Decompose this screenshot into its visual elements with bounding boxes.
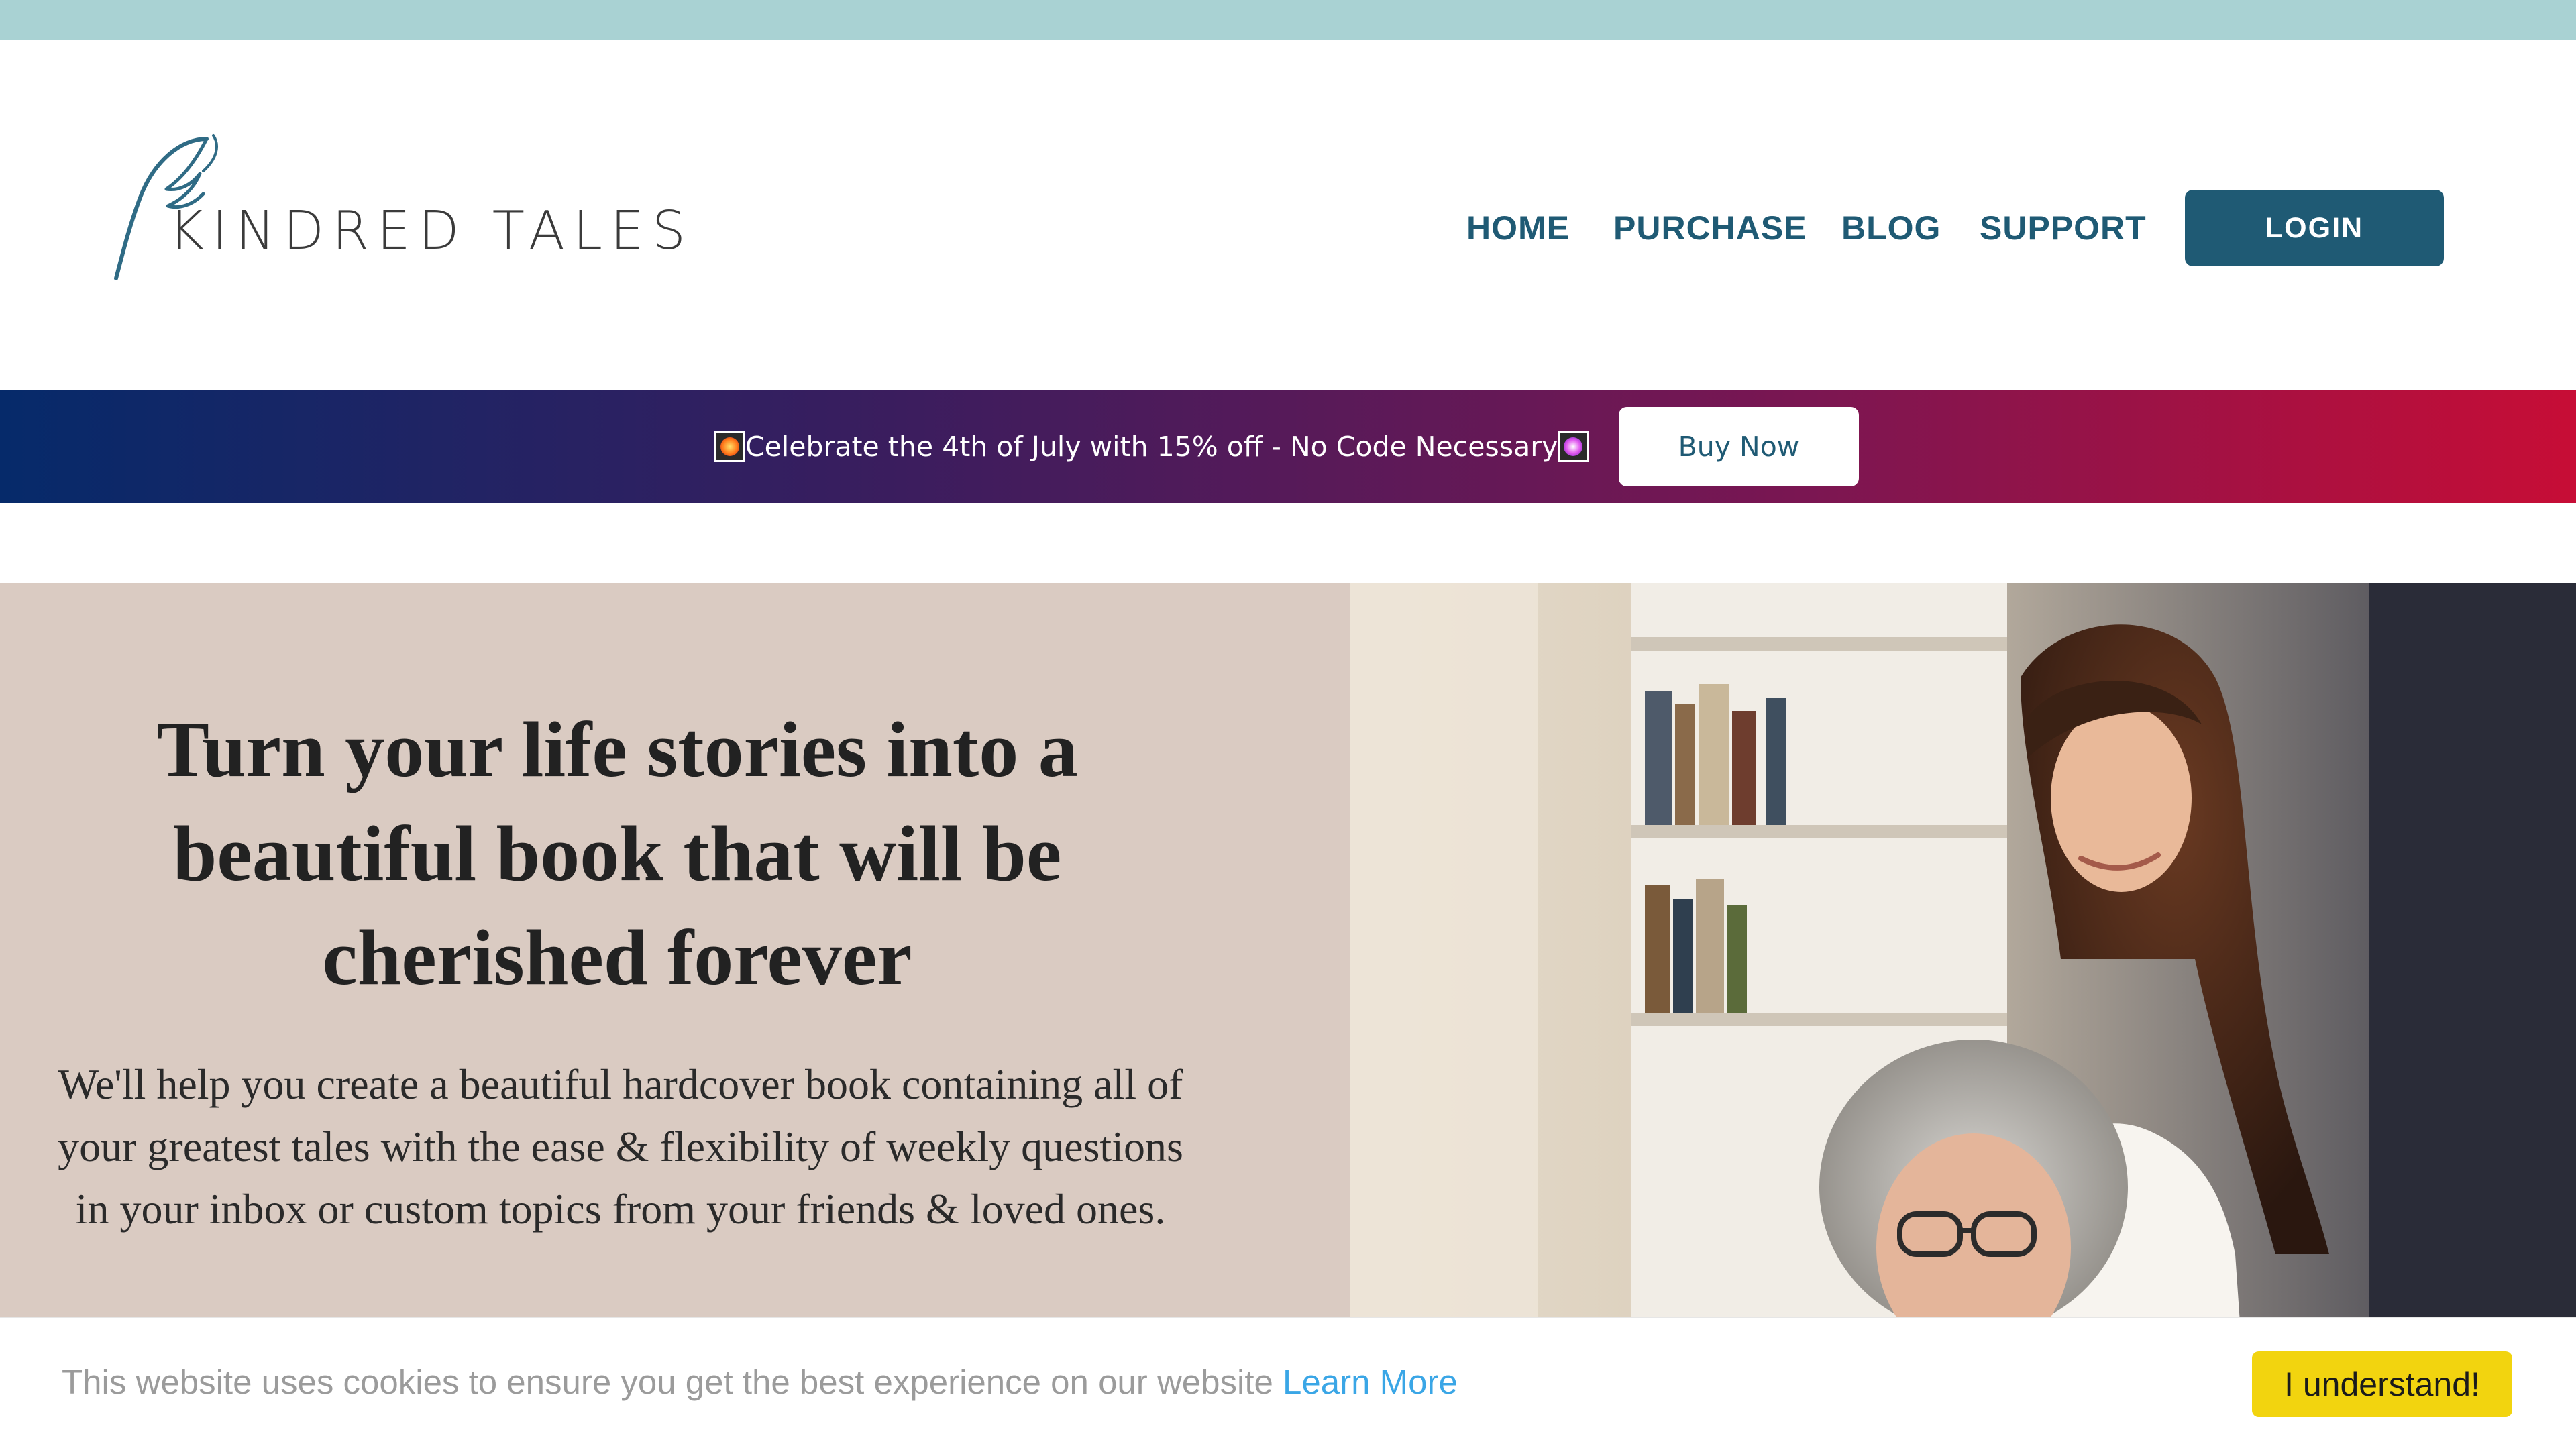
cookie-consent-bar: This website uses cookies to ensure you … [0,1317,2576,1450]
hero-title: Turn your life stories into a beautiful … [156,706,1078,1001]
cookie-accept-button[interactable]: I understand! [2252,1351,2512,1417]
nav-purchase[interactable]: PURCHASE [1613,209,1807,247]
promo-banner: Celebrate the 4th of July with 15% off -… [0,390,2576,503]
promo-text: Celebrate the 4th of July with 15% off -… [745,431,1558,463]
nav-home[interactable]: HOME [1466,209,1570,247]
top-accent-bar [0,0,2576,40]
hero-subtitle: We'll help you create a beautiful hardco… [58,1060,1183,1233]
site-header: KINDRED TALES HOME PURCHASE BLOG SUPPORT… [0,40,2576,390]
learn-more-link[interactable]: Learn More [1283,1363,1458,1401]
promo-message: Celebrate the 4th of July with 15% off -… [714,390,1589,503]
firework-emoji-icon [714,431,745,462]
nav-support[interactable]: SUPPORT [1980,209,2147,247]
cookie-message: This website uses cookies to ensure you … [62,1362,1458,1402]
logo[interactable]: KINDRED TALES [79,99,686,288]
cookie-text: This website uses cookies to ensure you … [62,1363,1273,1401]
login-button[interactable]: LOGIN [2185,190,2444,266]
logo-text: KINDRED TALES [169,200,694,262]
nav-blog[interactable]: BLOG [1841,209,1941,247]
sparkler-emoji-icon [1558,431,1589,462]
buy-now-button[interactable]: Buy Now [1619,407,1859,486]
